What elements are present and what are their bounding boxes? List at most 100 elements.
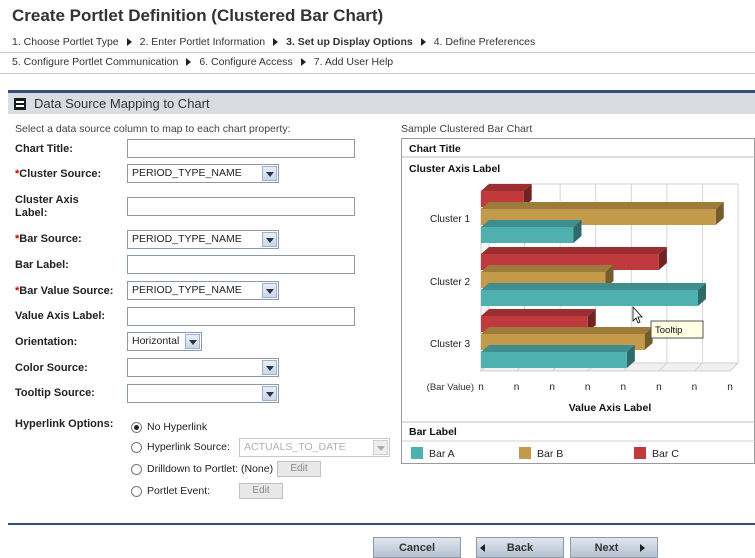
chevron-down-icon[interactable] <box>373 440 388 455</box>
next-button[interactable]: Next <box>570 537 658 558</box>
hyperlink-source-radio[interactable] <box>131 442 142 453</box>
bar-top <box>481 283 706 290</box>
bar-value-source-label: *Bar Value Source: <box>15 285 113 298</box>
drilldown-radio[interactable] <box>131 464 142 475</box>
portlet-event-edit-button[interactable]: Edit <box>239 483 283 499</box>
bar-label-label: Bar Label: <box>15 259 69 271</box>
cancel-button[interactable]: Cancel <box>373 537 461 558</box>
x-tick-label: n <box>692 382 698 393</box>
cluster-axis-label-label: Cluster Axis Label: <box>15 194 79 220</box>
legend-label: Bar B <box>537 448 563 460</box>
orientation-value: Horizontal <box>132 335 180 347</box>
no-hyperlink-radio[interactable] <box>131 422 142 433</box>
chart-canvas: Chart Title Cluster Axis Label Cluster 1 Cl… <box>402 143 755 460</box>
x-tick-label: n <box>478 382 484 393</box>
back-button-label: Back <box>506 541 534 554</box>
cluster-axis-label: Cluster Axis Label <box>409 163 500 175</box>
collapse-icon[interactable] <box>14 97 26 110</box>
section-header[interactable]: Data Source Mapping to Chart <box>8 90 755 114</box>
page-title: Create Portlet Definition (Clustered Bar… <box>12 6 384 25</box>
bar-top <box>481 309 596 316</box>
step-arrow-icon <box>126 38 132 46</box>
portlet-event-label: Portlet Event: <box>147 485 211 497</box>
drilldown-edit-button[interactable]: Edit <box>277 461 321 477</box>
orientation-select[interactable]: Horizontal <box>127 332 202 351</box>
bar <box>481 290 698 306</box>
cluster-label: Cluster 1 <box>430 214 470 225</box>
x-tick-label: n <box>514 382 520 393</box>
tooltip-source-select[interactable] <box>127 384 279 403</box>
chart-title: Chart Title <box>409 143 461 155</box>
cluster-source-select[interactable]: PERIOD_TYPE_NAME <box>127 164 279 183</box>
x-tick-label: n <box>549 382 555 393</box>
orientation-label: Orientation: <box>15 336 78 348</box>
cluster-label: Cluster 2 <box>430 277 470 288</box>
chart-title-label: Chart Title: <box>15 143 73 155</box>
x-tick-prefix: (Bar Value) <box>427 382 474 393</box>
cluster-axis-label-input[interactable] <box>127 197 355 216</box>
wizard-step[interactable]: 5. Configure Portlet Communication <box>12 56 178 68</box>
hyperlink-source-value: ACTUALS_TO_DATE <box>244 441 346 453</box>
cluster-source-value: PERIOD_TYPE_NAME <box>132 167 242 179</box>
color-source-label: Color Source: <box>15 362 88 374</box>
legend-swatch <box>634 447 646 459</box>
chevron-left-icon <box>479 543 485 552</box>
chevron-down-icon[interactable] <box>262 166 277 181</box>
cluster-source-label-text: Cluster Source: <box>19 168 102 180</box>
x-tick-label: n <box>621 382 627 393</box>
value-axis-label-input[interactable] <box>127 307 355 326</box>
bar-source-value: PERIOD_TYPE_NAME <box>132 233 242 245</box>
cluster-source-label: *Cluster Source: <box>15 168 101 181</box>
chevron-down-icon[interactable] <box>262 283 277 298</box>
tooltip-text: Tooltip <box>655 325 682 336</box>
wizard-step[interactable]: 4. Define Preferences <box>434 36 536 48</box>
bar-top <box>481 202 724 209</box>
bar-top <box>481 220 582 227</box>
wizard-step[interactable]: 6. Configure Access <box>199 56 292 68</box>
portlet-event-radio[interactable] <box>131 486 142 497</box>
bar-source-label: *Bar Source: <box>15 233 82 246</box>
wizard-step[interactable]: 3. Set up Display Options <box>286 36 413 48</box>
bar-value-source-value: PERIOD_TYPE_NAME <box>132 284 242 296</box>
hyperlink-source-select[interactable]: ACTUALS_TO_DATE <box>239 438 390 457</box>
back-button[interactable]: Back <box>476 537 564 558</box>
chart-title-input[interactable] <box>127 139 355 158</box>
chevron-down-icon[interactable] <box>262 232 277 247</box>
cluster-label: Cluster 3 <box>430 339 470 350</box>
chevron-down-icon[interactable] <box>262 360 277 375</box>
wizard-step[interactable]: 1. Choose Portlet Type <box>12 36 119 48</box>
chevron-down-icon[interactable] <box>185 334 200 349</box>
legend-swatch <box>411 447 423 459</box>
wizard-step[interactable]: 7. Add User Help <box>314 56 393 68</box>
drilldown-label-text: Drilldown to Portlet: <box>147 463 239 475</box>
hyperlink-source-label: Hyperlink Source: <box>147 441 230 453</box>
step-arrow-icon <box>300 58 306 66</box>
drilldown-label: Drilldown to Portlet: (None) <box>147 463 273 475</box>
divider <box>0 52 755 53</box>
x-tick-label: n <box>727 382 733 393</box>
color-source-select[interactable] <box>127 358 279 377</box>
value-axis-label-label: Value Axis Label: <box>15 310 106 322</box>
no-hyperlink-label: No Hyperlink <box>147 421 208 433</box>
divider <box>0 73 755 74</box>
bar-source-label-text: Bar Source: <box>19 233 82 245</box>
chevron-right-icon <box>640 543 646 552</box>
bar-source-select[interactable]: PERIOD_TYPE_NAME <box>127 230 279 249</box>
wizard-step[interactable]: 2. Enter Portlet Information <box>140 36 265 48</box>
bar-top <box>481 184 532 191</box>
sample-chart-label: Sample Clustered Bar Chart <box>401 123 533 135</box>
bar-value-source-select[interactable]: PERIOD_TYPE_NAME <box>127 281 279 300</box>
cancel-button-label: Cancel <box>398 541 436 554</box>
bar <box>481 227 574 243</box>
step-arrow-icon <box>420 38 426 46</box>
cluster-axis-label-line2: Label: <box>15 207 48 219</box>
bar-label-input[interactable] <box>127 255 355 274</box>
instructions: Select a data source column to map to ea… <box>15 123 291 135</box>
legend-title: Bar Label <box>409 426 457 438</box>
legend-label: Bar A <box>429 448 455 460</box>
chevron-down-icon[interactable] <box>262 386 277 401</box>
bar-top <box>481 327 653 334</box>
x-axis-label: Value Axis Label <box>569 402 652 414</box>
hyperlink-options-label: Hyperlink Options: <box>15 418 114 430</box>
cluster-axis-label-line1: Cluster Axis <box>15 194 79 206</box>
